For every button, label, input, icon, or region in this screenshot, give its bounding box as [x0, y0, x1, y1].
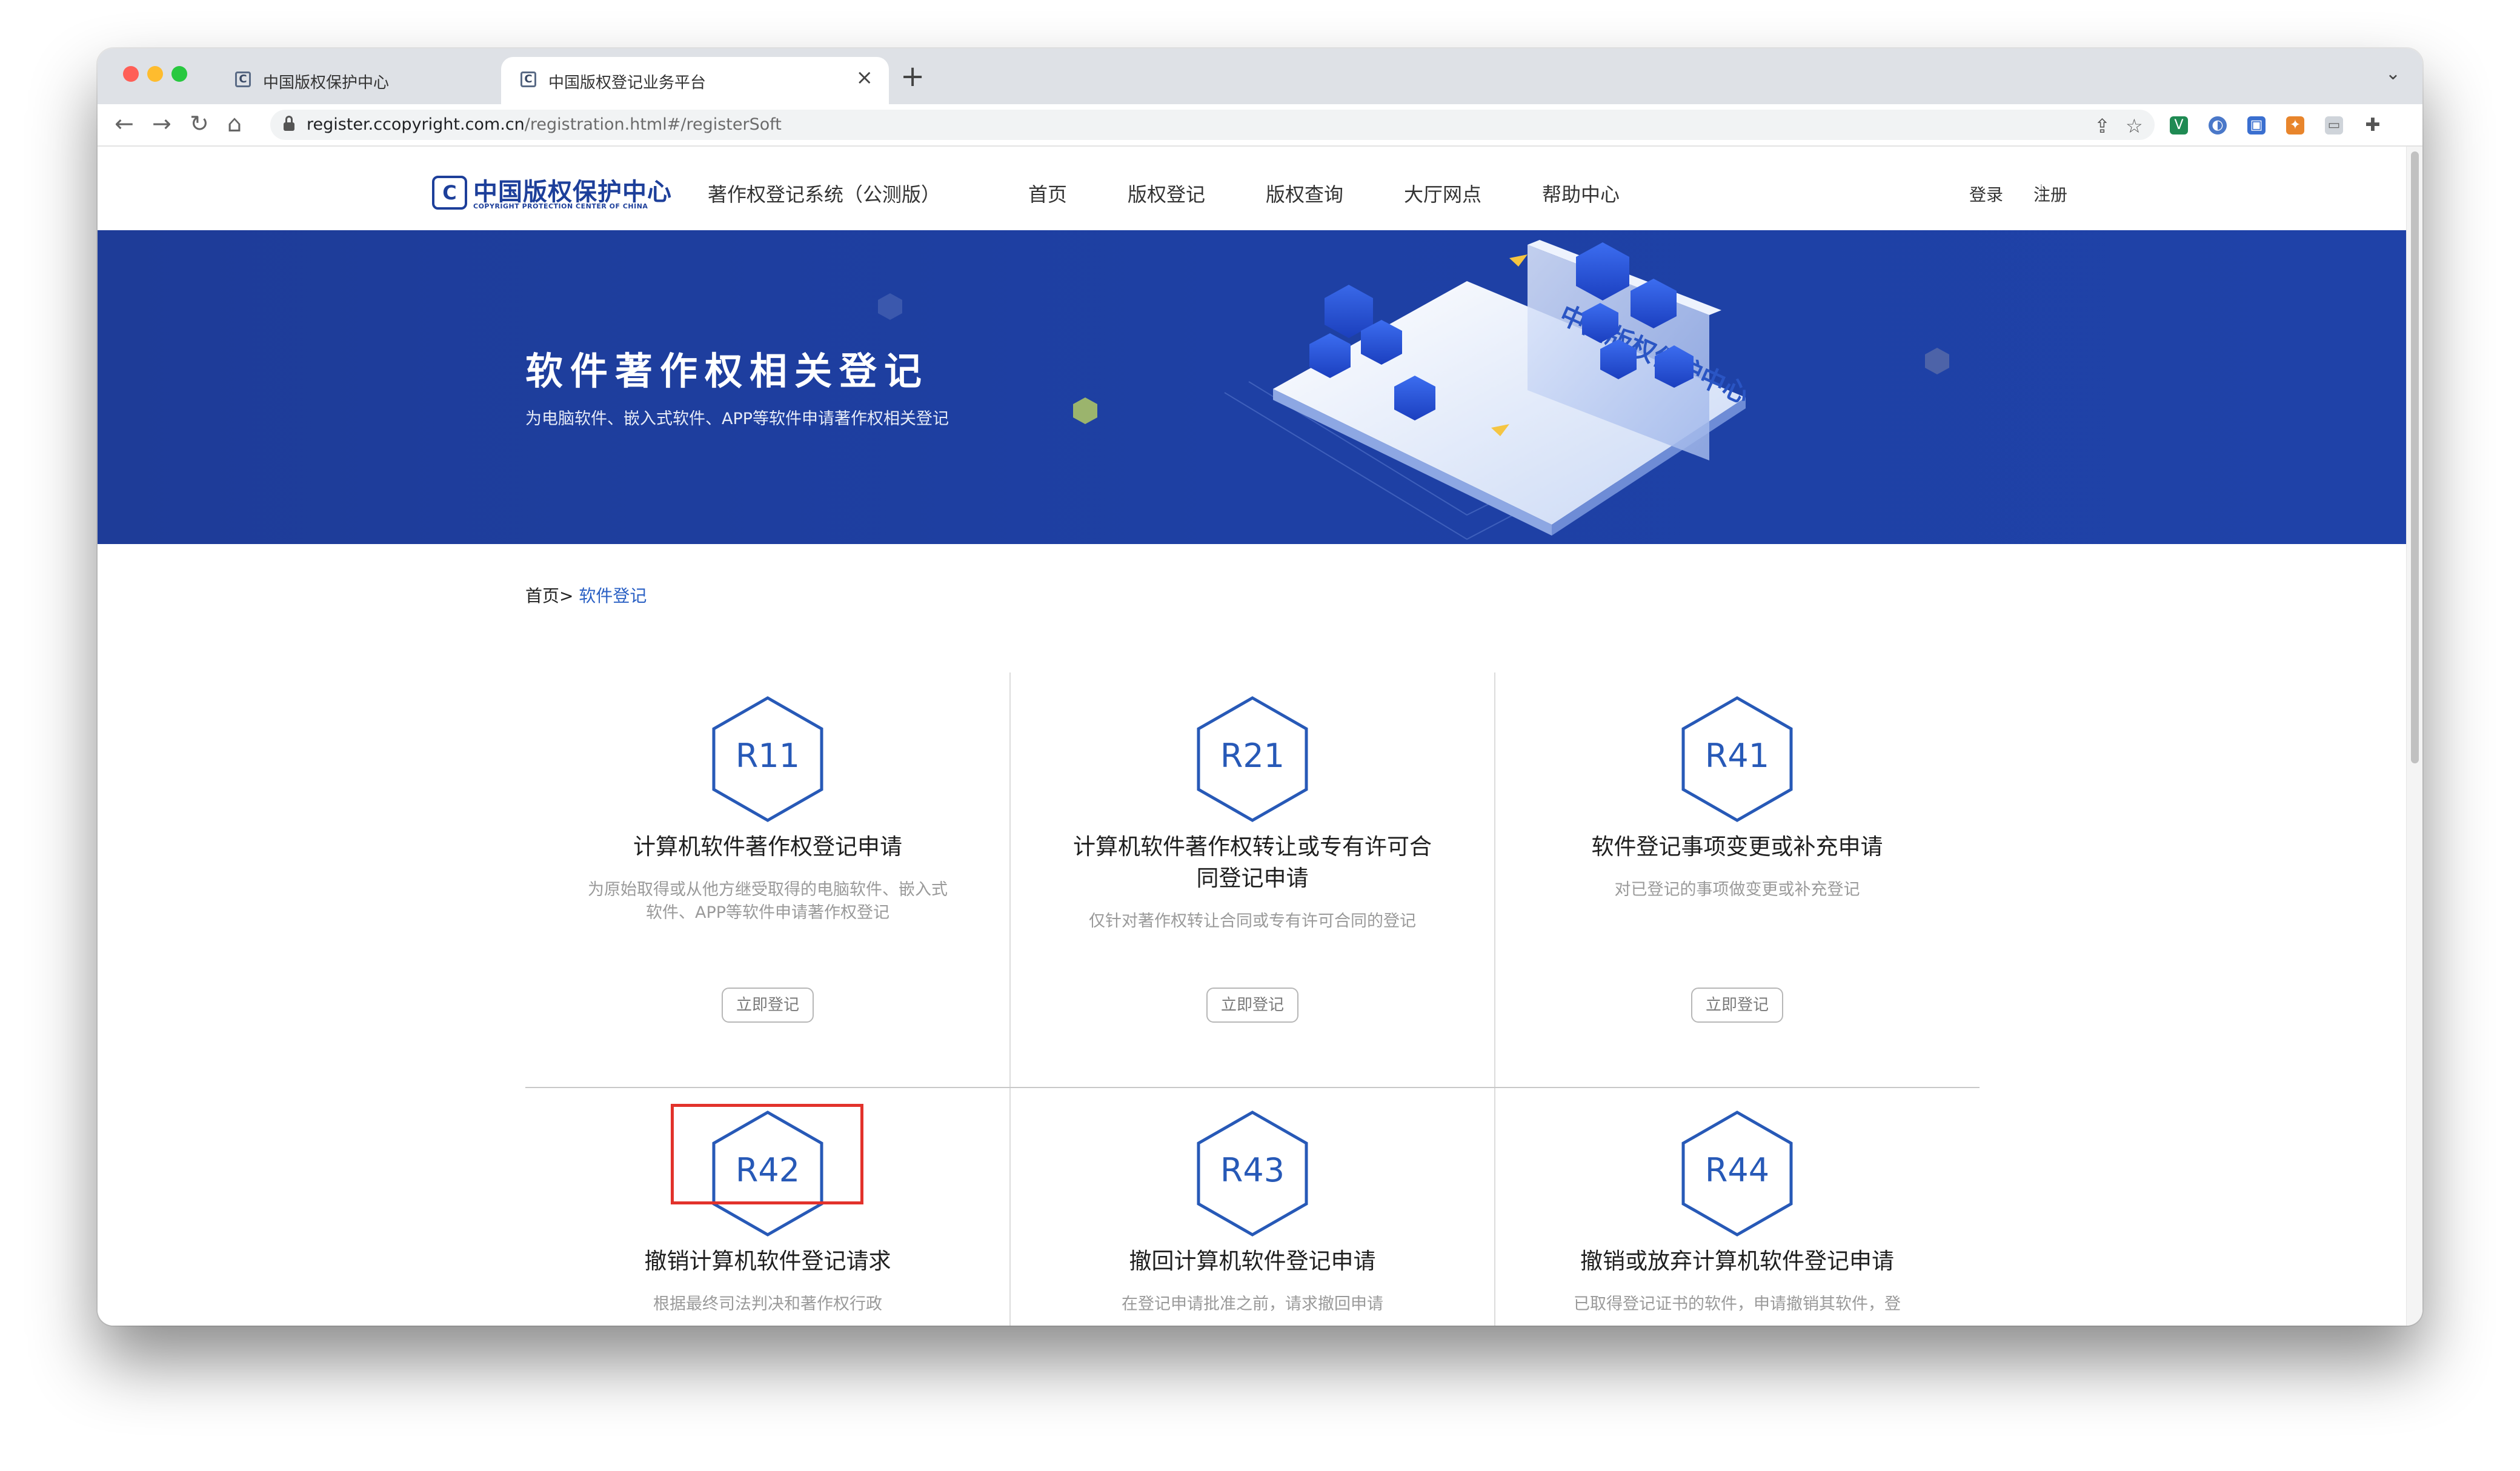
registration-options-grid: R11 计算机软件著作权登记申请 为原始取得或从他方继受取得的电脑软件、嵌入式软… — [525, 672, 1980, 1326]
scrollbar-thumb[interactable] — [2411, 151, 2419, 763]
register-now-button-r11[interactable]: 立即登记 — [722, 988, 814, 1023]
platform-illustration: 中国版权保护中心 — [1224, 240, 1754, 540]
new-tab-button[interactable]: + — [900, 62, 925, 91]
card-title: 软件登记事项变更或补充申请 — [1591, 834, 1883, 860]
vue-devtools-extension-icon[interactable]: V — [2170, 116, 2188, 134]
hexagon-decoration-icon — [1073, 397, 1097, 424]
close-window-button[interactable] — [123, 66, 139, 82]
card-title: 计算机软件著作权登记申请 — [633, 834, 902, 860]
nav-help-center[interactable]: 帮助中心 — [1542, 179, 1620, 207]
card-code: R43 — [1220, 1151, 1285, 1189]
extension-icon[interactable]: ◐ — [2209, 116, 2227, 134]
tab-search-chevron-icon[interactable]: ⌄ — [2385, 63, 2401, 84]
zoom-window-button[interactable] — [171, 66, 187, 82]
url-text[interactable]: register.ccopyright.com.cn/registration.… — [307, 115, 782, 134]
screenshot-extension-icon[interactable]: ▣ — [2247, 116, 2266, 134]
card-r21: R21 计算机软件著作权转让或专有许可合同登记申请 仅针对著作权转让合同或专有许… — [1010, 672, 1495, 1087]
register-now-button-r21[interactable]: 立即登记 — [1206, 988, 1298, 1023]
page-scrollbar[interactable] — [2406, 147, 2422, 1326]
highlight-box — [671, 1104, 863, 1204]
address-bar[interactable]: register.ccopyright.com.cn/registration.… — [270, 110, 2155, 140]
hexagon-decoration-icon — [1925, 348, 1949, 374]
breadcrumb-home[interactable]: 首页> — [525, 586, 573, 606]
site-logo[interactable]: C 中国版权保护中心 COPYRIGHT PROTECTION CENTER O… — [432, 172, 671, 212]
minimize-window-button[interactable] — [147, 66, 163, 82]
login-link[interactable]: 登录 — [1969, 182, 2003, 206]
share-icon[interactable]: ⇪ — [2094, 115, 2110, 138]
reload-icon[interactable]: ↻ — [190, 111, 209, 136]
card-title: 撤销或放弃计算机软件登记申请 — [1580, 1248, 1894, 1274]
breadcrumb: 首页> 软件登记 — [525, 583, 647, 607]
card-r11: R11 计算机软件著作权登记申请 为原始取得或从他方继受取得的电脑软件、嵌入式软… — [525, 672, 1010, 1087]
reader-extension-icon[interactable]: ▭ — [2325, 116, 2343, 134]
lock-icon — [284, 116, 294, 131]
system-name: 著作权登记系统（公测版） — [708, 183, 941, 206]
card-code: R44 — [1704, 1151, 1770, 1189]
logo-english: COPYRIGHT PROTECTION CENTER OF CHINA — [473, 202, 648, 210]
card-description: 已取得登记证书的软件，申请撤销其软件，登 — [1574, 1295, 1901, 1313]
card-title: 计算机软件著作权转让或专有许可合同登记申请 — [1073, 834, 1432, 891]
card-code: R41 — [1704, 737, 1770, 775]
card-code: R21 — [1220, 737, 1285, 775]
card-title: 撤回计算机软件登记申请 — [1129, 1248, 1376, 1274]
forward-arrow-icon[interactable]: → — [152, 111, 171, 136]
tab-registration-platform[interactable]: C 中国版权登记业务平台 × — [501, 57, 889, 104]
hero-banner: 软件著作权相关登记 为电脑软件、嵌入式软件、APP等软件申请著作权相关登记 中国… — [98, 230, 2406, 544]
register-link[interactable]: 注册 — [2033, 182, 2067, 206]
site-favicon-icon: C — [520, 71, 536, 87]
nav-home[interactable]: 首页 — [1028, 179, 1067, 207]
bookmark-star-icon[interactable]: ☆ — [2126, 115, 2143, 138]
card-r41: R41 软件登记事项变更或补充申请 对已登记的事项做变更或补充登记 立即登记 — [1495, 672, 1980, 1087]
logo-mark: C — [432, 176, 467, 210]
tab-title: 中国版权登记业务平台 — [548, 74, 706, 92]
card-title: 撤销计算机软件登记请求 — [644, 1248, 891, 1274]
browser-window: C 中国版权保护中心 × C 中国版权登记业务平台 × + ⌄ ← → ↻ ⌂ … — [98, 48, 2422, 1326]
page-viewport: C 中国版权保护中心 COPYRIGHT PROTECTION CENTER O… — [98, 147, 2406, 1326]
site-favicon-icon: C — [235, 71, 251, 87]
browser-toolbar: ← → ↻ ⌂ register.ccopyright.com.cn/regis… — [98, 104, 2422, 147]
banner-title: 软件著作权相关登记 — [525, 349, 929, 393]
card-code: R11 — [735, 737, 800, 775]
card-description: 仅针对著作权转让合同或专有许可合同的登记 — [1089, 912, 1416, 931]
hexagon-decoration-icon — [878, 293, 902, 320]
code-badge: R43 — [1195, 1110, 1310, 1237]
code-badge: R44 — [1680, 1110, 1795, 1237]
metamask-extension-icon[interactable]: ✦ — [2286, 116, 2304, 134]
card-r44: R44 撤销或放弃计算机软件登记申请 已取得登记证书的软件，申请撤销其软件，登 — [1495, 1087, 1980, 1326]
register-now-button-r41[interactable]: 立即登记 — [1691, 988, 1783, 1023]
card-description: 根据最终司法判决和著作权行政 — [653, 1295, 882, 1313]
banner-subtitle: 为电脑软件、嵌入式软件、APP等软件申请著作权相关登记 — [525, 410, 949, 428]
nav-copyright-registration[interactable]: 版权登记 — [1128, 179, 1205, 207]
extensions-puzzle-icon[interactable]: ✚ — [2364, 116, 2382, 134]
back-arrow-icon[interactable]: ← — [115, 111, 134, 136]
card-description: 对已登记的事项做变更或补充登记 — [1614, 880, 1860, 899]
tab-title: 中国版权保护中心 — [263, 74, 390, 92]
home-icon[interactable]: ⌂ — [227, 111, 242, 136]
tab-strip: C 中国版权保护中心 × C 中国版权登记业务平台 × + ⌄ — [98, 48, 2422, 104]
nav-copyright-query[interactable]: 版权查询 — [1266, 179, 1343, 207]
code-badge: R41 — [1680, 696, 1795, 823]
card-description: 在登记申请批准之前，请求撤回申请 — [1122, 1295, 1383, 1313]
card-r43: R43 撤回计算机软件登记申请 在登记申请批准之前，请求撤回申请 — [1010, 1087, 1495, 1326]
code-badge: R11 — [710, 696, 825, 823]
code-badge: R21 — [1195, 696, 1310, 823]
breadcrumb-current: 软件登记 — [579, 586, 647, 606]
site-header: C 中国版权保护中心 COPYRIGHT PROTECTION CENTER O… — [98, 147, 2406, 230]
card-description: 为原始取得或从他方继受取得的电脑软件、嵌入式软件、APP等软件申请著作权登记 — [588, 880, 948, 922]
nav-service-halls[interactable]: 大厅网点 — [1404, 179, 1481, 207]
close-tab-icon[interactable]: × — [856, 65, 874, 90]
